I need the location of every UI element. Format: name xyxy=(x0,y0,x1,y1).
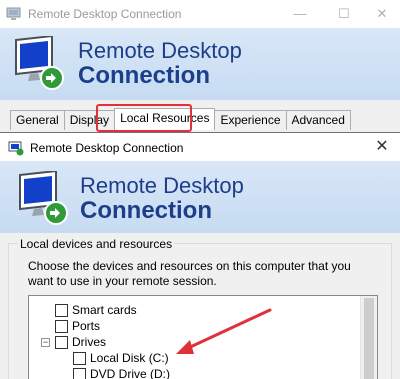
annotation-arrow-icon xyxy=(176,308,272,354)
